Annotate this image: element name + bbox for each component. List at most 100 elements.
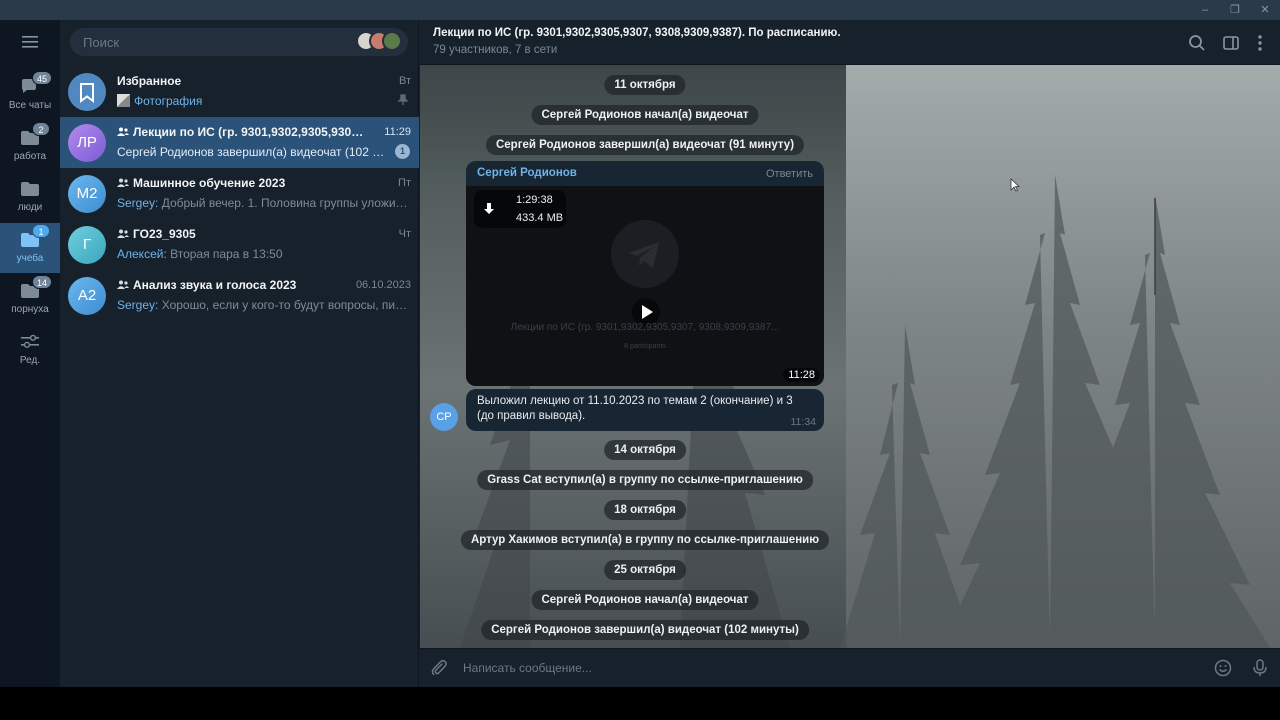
reply-button[interactable]: Ответить xyxy=(766,168,813,180)
message-area[interactable]: 11 октября Сергей Родионов начал(а) виде… xyxy=(420,65,1280,648)
folder-badge: 14 xyxy=(32,275,53,289)
download-icon xyxy=(484,203,494,214)
chat-row-lectures[interactable]: ЛР Лекции по ИС (гр. 9301,9302,9305,9307… xyxy=(60,117,419,168)
screen-bottom-bar xyxy=(0,687,1280,720)
date-separator: 18 октября xyxy=(604,500,686,520)
unread-badge: 1 xyxy=(395,144,410,159)
emoji-icon[interactable] xyxy=(1213,658,1233,678)
microphone-icon[interactable] xyxy=(1250,658,1270,678)
message-composer: Написать сообщение... xyxy=(420,648,1280,687)
title-bar: – ❐ ✕ xyxy=(0,0,1280,20)
chat-name: Избранное xyxy=(117,74,182,88)
chat-time: Чт xyxy=(398,228,411,240)
video-player[interactable]: 1:29:38 433.4 MB Лекции по ИС (гр. 9301,… xyxy=(466,186,824,386)
folder-label: Ред. xyxy=(19,355,41,366)
search-placeholder: Поиск xyxy=(83,35,120,50)
chat-name: Машинное обучение 2023 xyxy=(117,176,367,190)
edit-filters-icon xyxy=(21,334,39,348)
restore-icon[interactable]: ❐ xyxy=(1220,2,1250,18)
message-time: 11:34 xyxy=(790,416,817,428)
chat-row-saved[interactable]: Избранное Вт Фотография xyxy=(60,66,419,117)
message-text: Выложил лекцию от 11.10.2023 по темам 2 … xyxy=(477,395,793,422)
folder-label: Все чаты xyxy=(8,100,52,111)
chat-time: 06.10.2023 xyxy=(355,279,411,291)
folder-label: порнуха xyxy=(11,304,49,315)
chat-avatar: Г xyxy=(68,226,106,264)
date-separator: 14 октября xyxy=(604,440,686,460)
stories-avatars[interactable] xyxy=(356,31,406,53)
chat-row-audio[interactable]: А2 Анализ звука и голоса 2023 06.10.2023… xyxy=(60,270,419,321)
chat-avatar: А2 xyxy=(68,277,106,315)
folder-edit[interactable]: Ред. xyxy=(0,325,60,375)
video-preview-subtitle: 8 participants xyxy=(624,343,666,350)
avatar xyxy=(382,31,402,51)
close-icon[interactable]: ✕ xyxy=(1250,2,1280,18)
folder-all-chats[interactable]: 45 Все чаты xyxy=(0,70,60,120)
folder-rail: 45 Все чаты 2 работа люди 1 учеба 14 пор… xyxy=(0,20,60,687)
chat-time: Пт xyxy=(398,177,411,189)
chat-name: Анализ звука и голоса 2023 xyxy=(117,278,367,292)
folder-badge: 45 xyxy=(32,71,53,85)
group-icon xyxy=(117,229,129,238)
date-separator: 25 октября xyxy=(604,560,686,580)
avatar[interactable]: СР xyxy=(430,403,458,431)
bookmark-avatar xyxy=(68,73,106,111)
chat-time: Вт xyxy=(398,75,411,87)
telegram-window: – ❐ ✕ 45 Все чаты 2 работа люди 1 учеба xyxy=(0,0,1280,687)
service-message: Сергей Родионов завершил(а) видеочат (10… xyxy=(481,620,809,640)
more-options-icon[interactable] xyxy=(1250,33,1270,53)
telegram-logo-icon xyxy=(611,220,679,288)
service-message: Сергей Родионов начал(а) видеочат xyxy=(531,105,759,125)
chat-header[interactable]: Лекции по ИС (гр. 9301,9302,9305,9307, 9… xyxy=(420,20,1280,65)
chat-row-ml[interactable]: М2 Машинное обучение 2023 Пт Sergey: Доб… xyxy=(60,168,419,219)
chat-avatar: ЛР xyxy=(68,124,106,162)
menu-icon[interactable] xyxy=(0,30,60,54)
folder-label: работа xyxy=(13,151,47,162)
service-message: Grass Cat вступил(а) в группу по ссылке-… xyxy=(477,470,813,490)
chat-last-message: Сергей Родионов завершил(а) видеочат (10… xyxy=(117,145,392,159)
video-message[interactable]: Сергей Родионов Ответить 1:29:38 433.4 M… xyxy=(466,161,824,386)
minimize-icon[interactable]: – xyxy=(1190,2,1220,18)
folder-label: учеба xyxy=(16,253,44,264)
folder-badge: 1 xyxy=(32,224,50,238)
chat-last-message: Sergey: Хорошо, если у кого-то будут воп… xyxy=(117,298,413,312)
video-duration: 1:29:38 xyxy=(516,194,553,206)
chat-avatar: М2 xyxy=(68,175,106,213)
group-icon xyxy=(117,178,129,187)
message-time: 11:28 xyxy=(783,368,820,382)
folder-label: люди xyxy=(17,202,43,213)
chat-name: ГО23_9305 xyxy=(117,227,367,241)
chat-title: Лекции по ИС (гр. 9301,9302,9305,9307, 9… xyxy=(433,27,841,39)
service-message: Сергей Родионов завершил(а) видеочат (91… xyxy=(485,135,805,155)
chat-list: Поиск Избранное Вт Фотография ЛР Лекции … xyxy=(60,20,419,687)
search-icon[interactable] xyxy=(1187,33,1207,53)
date-separator: 11 октября xyxy=(604,75,686,95)
service-message: Сергей Родионов начал(а) видеочат xyxy=(531,590,759,610)
attach-icon[interactable] xyxy=(429,658,449,678)
chat-time: 11:29 xyxy=(384,126,411,138)
pin-icon xyxy=(397,94,409,105)
folder-people[interactable]: люди xyxy=(0,172,60,222)
chat-subtitle: 79 участников, 7 в сети xyxy=(433,44,558,56)
chat-name: Лекции по ИС (гр. 9301,9302,9305,9307, 9… xyxy=(117,125,367,139)
group-icon xyxy=(117,280,129,289)
chat-last-message: Sergey: Добрый вечер. 1. Половина группы… xyxy=(117,196,413,210)
folder-study[interactable]: 1 учеба xyxy=(0,223,60,273)
folder-icon xyxy=(21,182,39,196)
photo-thumb-icon xyxy=(117,94,130,107)
message-sender[interactable]: Сергей Родионов xyxy=(477,167,577,179)
folder-work[interactable]: 2 работа xyxy=(0,121,60,171)
message-input[interactable]: Написать сообщение... xyxy=(463,661,592,675)
folder-other[interactable]: 14 порнуха xyxy=(0,274,60,324)
folder-badge: 2 xyxy=(32,122,50,136)
group-icon xyxy=(117,127,129,136)
service-message: Артур Хакимов вступил(а) в группу по ссы… xyxy=(460,530,830,550)
video-size: 433.4 MB xyxy=(516,212,564,224)
sidebar-toggle-icon[interactable] xyxy=(1221,33,1241,53)
chat-last-message: Алексей: Вторая пара в 13:50 xyxy=(117,247,283,261)
chat-last-message: Фотография xyxy=(117,94,413,108)
text-message[interactable]: Выложил лекцию от 11.10.2023 по темам 2 … xyxy=(466,389,824,431)
chat-row-go23[interactable]: Г ГО23_9305 Чт Алексей: Вторая пара в 13… xyxy=(60,219,419,270)
search-input[interactable]: Поиск xyxy=(70,28,408,56)
video-preview-title: Лекции по ИС (гр. 9301,9302,9305,9307, 9… xyxy=(510,322,780,333)
